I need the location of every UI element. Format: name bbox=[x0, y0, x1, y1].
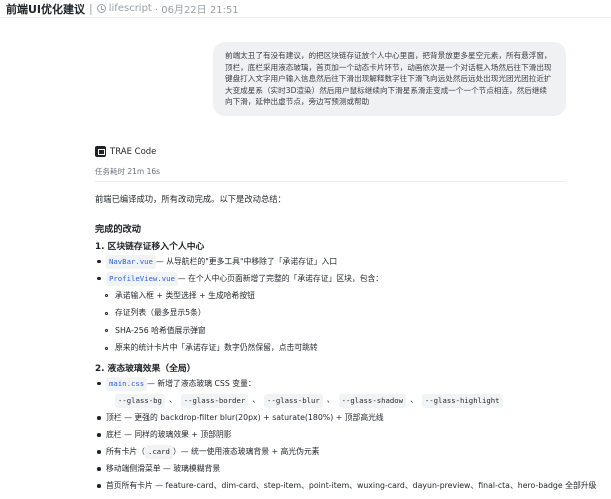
header-separator: | bbox=[89, 2, 93, 15]
clock-icon bbox=[96, 4, 106, 13]
file-link-navbar[interactable]: NavBar.vue bbox=[106, 254, 156, 269]
conversation-title: 前端UI优化建议 bbox=[6, 2, 86, 16]
changes-heading: 完成的改动 bbox=[95, 224, 141, 235]
sub-list-item: SHA-256 哈希值展示弹窗 bbox=[95, 322, 575, 340]
bullet-icon bbox=[97, 467, 101, 471]
list-item-text: — 从导航栏的"更多工具"中移除了「承诺存证」入口 bbox=[155, 256, 338, 266]
assistant-response: 前端已编译成功，所有改动完成。以下是改动总结： 完成的改动 1. 区块链存证移入… bbox=[95, 193, 596, 495]
agent-label: TRAE Code bbox=[95, 146, 156, 157]
trae-logo-icon bbox=[95, 146, 106, 157]
css-variable: --glass-blur bbox=[264, 393, 323, 408]
css-variables-row: --glass-bg、 --glass-border、 --glass-blur… bbox=[95, 392, 575, 410]
sub-list-item: 存证列表（最多显示5条） bbox=[95, 305, 575, 323]
list-item-text: — 在个人中心页面新增了完整的「承诺存证」区块，包含： bbox=[177, 273, 384, 283]
list-item: 顶栏 — 更强的 backdrop-filter blur(20px) + sa… bbox=[95, 410, 575, 427]
list-item: NavBar.vue — 从导航栏的"更多工具"中移除了「承诺存证」入口 bbox=[95, 253, 575, 270]
list-item-text: 底栏 — 同样的玻璃效果 + 顶部阴影 bbox=[106, 430, 232, 439]
css-variable: --glass-highlight bbox=[421, 393, 503, 408]
bullet-icon bbox=[105, 311, 108, 315]
bullet-icon bbox=[105, 346, 108, 350]
timestamp: · 06月22日 21:51 bbox=[154, 5, 239, 16]
list-item-text: 首页所有卡片 — feature-card、dim-card、step-item… bbox=[106, 481, 597, 490]
css-variable: --glass-shadow bbox=[338, 393, 407, 408]
sub-item-text: 存证列表（最多显示5条） bbox=[115, 308, 206, 318]
sub-item-text: 原来的统计卡片中「承诺存证」数字仍然保留，点击可跳转 bbox=[115, 343, 318, 353]
file-link-main-css[interactable]: main.css bbox=[106, 376, 148, 391]
file-link-profileview[interactable]: ProfileView.vue bbox=[106, 271, 178, 286]
author-name: lifescript bbox=[108, 3, 152, 14]
var-separator: 、 bbox=[168, 394, 177, 404]
list-item-text: — 新增了液态玻璃 CSS 变量： bbox=[147, 378, 256, 388]
list-item: 所有卡片（ .card ）— 统一使用液态玻璃背景 + 高光伪元素 bbox=[95, 444, 575, 461]
bullet-icon bbox=[97, 276, 101, 280]
bullet-icon bbox=[97, 433, 101, 437]
sub-list-item: 原来的统计卡片中「承诺存证」数字仍然保留，点击可跳转 bbox=[95, 340, 575, 358]
divider bbox=[95, 181, 565, 182]
list-item: 移动端侧滑菜单 — 玻璃模糊背景 bbox=[95, 461, 575, 478]
bullet-icon bbox=[97, 381, 101, 385]
css-variable: --glass-border bbox=[180, 393, 249, 408]
var-separator: 、 bbox=[326, 394, 335, 404]
bullet-icon bbox=[97, 416, 101, 420]
sub-list-item: 承诺输入框 + 类型选择 + 生成哈希按钮 bbox=[95, 287, 575, 305]
response-intro: 前端已编译成功，所有改动完成。以下是改动总结： bbox=[95, 194, 286, 204]
list-item: 底栏 — 同样的玻璃效果 + 顶部阴影 bbox=[95, 427, 575, 444]
var-separator: 、 bbox=[252, 394, 261, 404]
list-item: ProfileView.vue — 在个人中心页面新增了完整的「承诺存证」区块，… bbox=[95, 270, 575, 287]
css-variable: --glass-bg bbox=[115, 393, 165, 408]
var-separator: 、 bbox=[410, 394, 418, 404]
list-item-text: 顶栏 — 更强的 backdrop-filter blur(20px) + sa… bbox=[106, 413, 384, 422]
css-class-card: .card bbox=[144, 445, 173, 459]
task-duration: 任务耗时 21m 16s bbox=[95, 167, 161, 176]
agent-name: TRAE Code bbox=[110, 146, 157, 157]
bullet-icon bbox=[97, 450, 101, 454]
sub-item-text: SHA-256 哈希值展示弹窗 bbox=[115, 325, 206, 335]
bullet-icon bbox=[97, 259, 101, 263]
list-item-text: ）— 统一使用液态玻璃背景 + 高光伪元素 bbox=[172, 447, 320, 456]
section-heading-blockchain: 1. 区块链存证移入个人中心 bbox=[95, 242, 205, 252]
conversation-header: 前端UI优化建议 | lifescript · 06月22日 21:51 bbox=[0, 0, 611, 18]
css-variable-list: --glass-bg、 --glass-border、 --glass-blur… bbox=[115, 393, 503, 408]
list-item: main.css — 新增了液态玻璃 CSS 变量： bbox=[95, 375, 575, 392]
list-item: 首页所有卡片 — feature-card、dim-card、step-item… bbox=[95, 478, 596, 495]
list-item-text: 所有卡片（ bbox=[106, 447, 145, 456]
user-message-bubble: 前端太丑了有没有建议，的把区块链存证放个人中心里面，把背景放更多星空元素，所有悬… bbox=[213, 42, 566, 116]
bullet-icon bbox=[105, 329, 108, 332]
sub-item-text: 承诺输入框 + 类型选择 + 生成哈希按钮 bbox=[115, 290, 255, 300]
bullet-icon bbox=[97, 484, 101, 488]
bullet-icon bbox=[105, 294, 108, 297]
list-item-text: 移动端侧滑菜单 — 玻璃模糊背景 bbox=[106, 464, 221, 473]
section-heading-glass: 2. 液态玻璃效果（全局） bbox=[95, 364, 196, 374]
